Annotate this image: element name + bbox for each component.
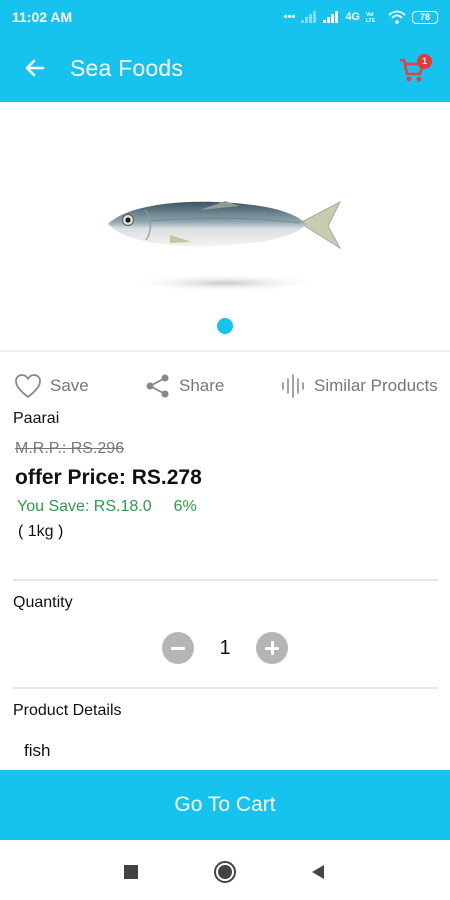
savings-info: You Save: RS.18.0 6% [17,498,197,516]
product-details-label: Product Details [13,702,122,719]
signal-weak-icon [301,11,317,23]
status-bar: 11:02 AM ••• 4G Vol LTE 78 [0,0,450,34]
save-label: Save [50,376,89,395]
go-to-cart-label: Go To Cart [174,793,276,816]
system-nav-bar [0,840,450,900]
divider [13,687,438,689]
wifi-icon [388,10,406,24]
share-label: Share [179,376,225,395]
product-name: Paarai [13,410,60,427]
similar-products-label: Similar Products [314,376,438,395]
square-icon [124,865,138,879]
recents-button[interactable] [123,864,139,885]
quantity-label: Quantity [13,594,73,611]
quantity-value: 1 [219,636,231,659]
share-button[interactable]: Share [145,373,224,399]
cart-button[interactable]: 1 [398,50,432,84]
more-dots-icon: ••• [283,11,296,23]
home-button[interactable] [213,860,237,889]
save-button[interactable]: Save [14,373,89,399]
product-image-carousel[interactable] [0,102,450,352]
volte-icon: Vol LTE [366,12,376,23]
share-icon [146,374,169,398]
product-details-text: fish [24,741,51,760]
go-to-cart-button[interactable]: Go To Cart [0,770,450,840]
increase-quantity-button[interactable] [256,632,288,664]
quantity-stepper: 1 [162,631,288,665]
minus-icon [171,646,185,650]
back-nav-button[interactable] [310,864,326,885]
section-divider [0,350,450,352]
mrp-price: M.R.P.: RS.296 [15,440,125,457]
status-time: 11:02 AM [12,9,73,25]
arrow-left-icon [25,59,45,77]
app-bar: Sea Foods 1 [0,34,450,102]
product-unit: ( 1kg ) [18,523,64,540]
similar-products-button[interactable]: Similar Products [280,373,438,399]
offer-price: offer Price: RS.278 [15,466,202,489]
svg-text:LTE: LTE [366,18,376,23]
product-actions: Save Share Similar Products [0,364,450,408]
cart-count-badge: 1 [417,54,432,69]
decrease-quantity-button[interactable] [162,632,194,664]
plus-icon-v [270,641,274,655]
divider [13,579,438,581]
fish-image [108,200,342,292]
page-title: Sea Foods [70,54,184,81]
similar-products-icon [282,374,304,398]
status-icons: ••• 4G Vol LTE 78 [284,10,438,24]
carousel-dot-active[interactable] [217,318,233,334]
circle-home-icon [214,861,236,883]
you-save-amount: You Save: RS.18.0 [17,498,152,515]
heart-icon [15,374,41,398]
signal-strong-icon [323,11,339,23]
back-button[interactable] [0,34,70,102]
network-type: 4G [345,11,360,23]
triangle-back-icon [312,865,324,879]
battery-icon: 78 [412,10,438,24]
discount-percent: 6% [173,498,197,515]
